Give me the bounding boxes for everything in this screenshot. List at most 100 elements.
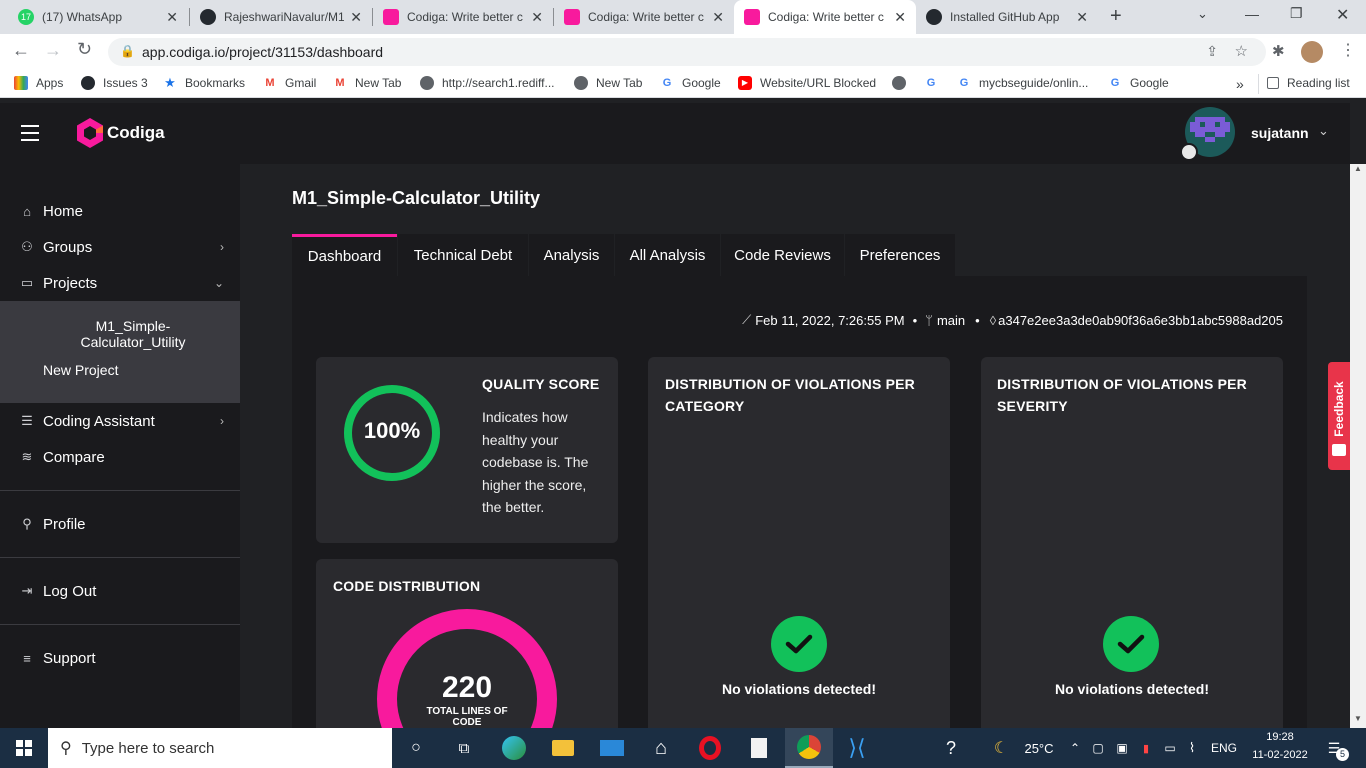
close-tab-icon[interactable]: ✕ (531, 9, 543, 26)
star-icon[interactable]: ☆ (1235, 42, 1248, 60)
bookmark-label: Google (682, 76, 721, 90)
menu-kebab-icon[interactable]: ⋮ (1340, 40, 1356, 60)
browser-tab-codiga-1[interactable]: Codiga: Write better c ✕ (373, 0, 553, 34)
mail-icon[interactable] (594, 728, 630, 768)
bookmark-label: Website/URL Blocked (760, 76, 877, 90)
bookmark-google-blank[interactable]: G (924, 76, 946, 90)
edge-icon[interactable] (496, 728, 532, 768)
tab-analysis[interactable]: Analysis (529, 234, 614, 276)
close-tab-icon[interactable]: ✕ (1076, 9, 1088, 26)
sidebar-item-label: Home (43, 202, 84, 220)
tab-technical-debt[interactable]: Technical Debt (398, 234, 528, 276)
bookmark-blocked[interactable]: ▶ Website/URL Blocked (738, 76, 876, 90)
sidebar-item-coding-assistant[interactable]: ☰ Coding Assistant › (0, 403, 240, 439)
bookmarks-overflow[interactable]: » (1236, 76, 1244, 92)
language-indicator[interactable]: ENG (1204, 728, 1244, 768)
sidebar-item-groups[interactable]: ⚇ Groups › (0, 229, 240, 265)
list-icon: ☰ (21, 413, 33, 428)
chart-icon: ⟋ (742, 312, 752, 327)
bookmark-rediff[interactable]: http://search1.rediff... (420, 76, 555, 90)
chevron-up-icon[interactable]: ⌃ (1066, 728, 1084, 768)
tab-dashboard[interactable]: Dashboard (292, 234, 397, 276)
close-tab-icon[interactable]: ✕ (712, 9, 724, 26)
quality-score-title: QUALITY SCORE (482, 376, 600, 392)
reading-list[interactable]: Reading list (1267, 76, 1350, 90)
bookmark-google-2[interactable]: G Google (1108, 76, 1169, 90)
bookmark-issues[interactable]: Issues 3 (81, 76, 148, 90)
sidebar-item-logout[interactable]: ⇥ Log Out (0, 573, 240, 609)
display-icon[interactable]: ▣ (1112, 728, 1132, 768)
sidebar-item-label: Profile (43, 515, 86, 533)
sidebar-item-label: Projects (43, 274, 98, 292)
tab-all-analysis[interactable]: All Analysis (615, 234, 720, 276)
vscode-icon[interactable]: ⟩⟨ (839, 728, 875, 768)
sidebar-item-project[interactable]: M1_Simple-Calculator_Utility (60, 318, 206, 350)
restore-icon[interactable]: ❐ (1290, 5, 1303, 22)
brand-name: Codiga (107, 123, 165, 142)
minimize-icon[interactable]: — (1245, 6, 1259, 22)
temperature[interactable]: 25°C (1019, 728, 1059, 768)
browser-tab-github[interactable]: RajeshwariNavalur/M1 ✕ (190, 0, 372, 34)
opera-icon[interactable] (692, 728, 728, 768)
scroll-down-icon[interactable]: ▼ (1354, 714, 1362, 723)
address-bar[interactable]: 🔒 app.codiga.io/project/31153/dashboard … (108, 38, 1266, 66)
share-icon[interactable]: ⇪ (1206, 43, 1218, 60)
chevron-down-icon[interactable]: ⌄ (1318, 123, 1329, 139)
hamburger-menu-icon[interactable] (21, 125, 39, 141)
close-tab-icon[interactable]: ✕ (350, 9, 362, 26)
back-icon[interactable]: ← (12, 40, 30, 61)
scrollbar[interactable]: ▲ ▼ (1350, 164, 1366, 728)
sidebar-item-profile[interactable]: ⚲ Profile (0, 506, 240, 542)
close-window-icon[interactable]: ✕ (1336, 5, 1349, 25)
reload-icon[interactable]: ↻ (77, 39, 92, 60)
windows-start-icon[interactable] (0, 728, 48, 768)
chrome-taskbar-icon[interactable] (785, 728, 833, 768)
bookmark-mycbse[interactable]: Gmycbseguide/onlin... (957, 76, 1089, 90)
tab-search-icon[interactable]: ⌄ (1197, 6, 1208, 22)
extensions-icon[interactable]: ✱ (1272, 42, 1285, 60)
clock-time[interactable]: 19:28 (1250, 731, 1310, 743)
bookmark-newtab-2[interactable]: New Tab (574, 76, 642, 90)
sidebar-item-home[interactable]: ⌂ Home (0, 193, 240, 229)
sidebar-item-compare[interactable]: ≋ Compare (0, 439, 240, 475)
bookmark-newtab[interactable]: M New Tab (333, 76, 401, 90)
code-distribution-card: CODE DISTRIBUTION 220 TOTAL LINES OF COD… (316, 559, 618, 728)
violations-category-status: No violations detected! (721, 681, 877, 697)
forward-icon[interactable]: → (44, 40, 62, 61)
tab-preferences[interactable]: Preferences (845, 234, 955, 276)
username[interactable]: sujatann (1251, 125, 1309, 141)
notepad-icon[interactable] (741, 728, 777, 768)
bookmark-google[interactable]: G Google (660, 76, 721, 90)
bookmark-bookmarks[interactable]: ★ Bookmarks (163, 76, 245, 91)
feedback-button[interactable]: Feedback (1328, 362, 1350, 470)
network-icon[interactable]: ⌇ (1182, 728, 1202, 768)
browser-tab-whatsapp[interactable]: 17 (17) WhatsApp ✕ (8, 0, 188, 34)
store-icon[interactable]: ⌂ (643, 728, 679, 768)
browser-tab-codiga-active[interactable]: Codiga: Write better c ✕ (734, 0, 916, 34)
meet-icon[interactable]: ▢ (1088, 728, 1108, 768)
sidebar-item-projects[interactable]: ▭ Projects ⌄ (0, 265, 240, 301)
notification-count: 5 (1336, 748, 1349, 761)
weather-icon: ☾ (993, 740, 1009, 757)
antivirus-icon[interactable]: ▮ (1136, 728, 1156, 768)
new-tab-icon[interactable]: + (1110, 5, 1122, 28)
cortana-icon[interactable]: ○ (398, 728, 434, 768)
clock-date[interactable]: 11-02-2022 (1244, 749, 1316, 761)
profile-avatar-icon[interactable] (1301, 41, 1323, 63)
browser-tab-github-app[interactable]: Installed GitHub App ✕ (916, 0, 1098, 34)
sidebar-item-new-project[interactable]: New Project (43, 362, 118, 378)
task-view-icon[interactable]: ⧉ (446, 728, 482, 768)
taskbar-search-box[interactable]: ⚲ Type here to search (48, 728, 392, 768)
bookmark-apps[interactable]: Apps (14, 76, 63, 90)
scroll-up-icon[interactable]: ▲ (1354, 164, 1362, 173)
close-tab-icon[interactable]: ✕ (894, 9, 906, 26)
bookmark-gmail[interactable]: M Gmail (263, 76, 316, 90)
sidebar-item-support[interactable]: ≡ Support (0, 640, 240, 676)
file-explorer-icon[interactable] (545, 728, 581, 768)
close-tab-icon[interactable]: ✕ (166, 9, 178, 26)
battery-icon[interactable]: ▭ (1160, 728, 1180, 768)
help-icon[interactable]: ? (936, 728, 966, 768)
bookmark-globe[interactable] (892, 76, 914, 90)
browser-tab-codiga-2[interactable]: Codiga: Write better c ✕ (554, 0, 734, 34)
tab-code-reviews[interactable]: Code Reviews (721, 234, 844, 276)
